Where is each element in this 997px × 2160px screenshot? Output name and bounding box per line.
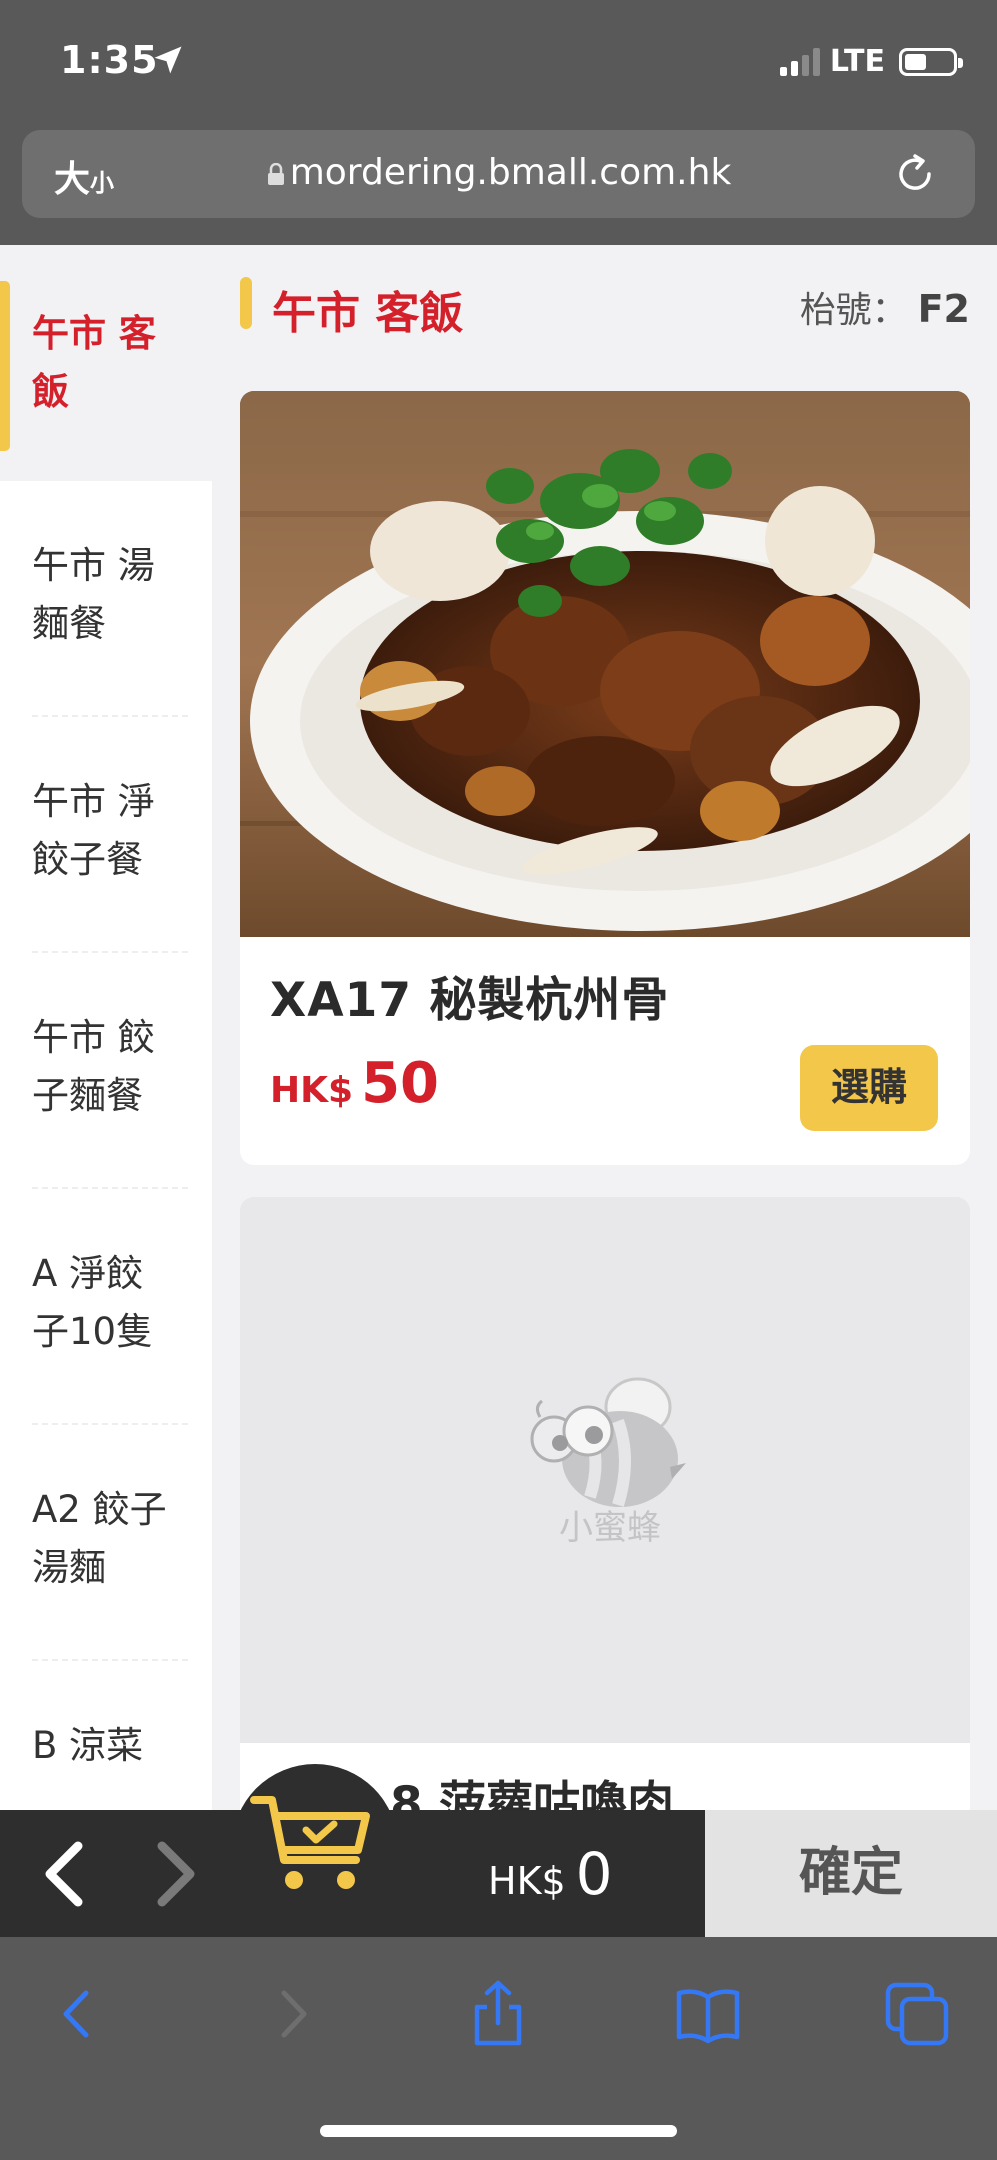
product-name: XA17 秘製杭州骨 <box>270 973 670 1028</box>
placeholder-brand: 小蜜蜂 <box>559 1508 661 1547</box>
sidebar-item-lunch-dumpling[interactable]: 午市 淨 餃子餐 <box>0 717 212 953</box>
table-label-text: 枱號： <box>799 290 908 331</box>
signal-icon <box>779 47 820 76</box>
order-summary: HK$ 0 <box>0 1764 705 1937</box>
order-total: HK$ 0 <box>488 1840 613 1908</box>
sidebar-item-lunch-rice[interactable]: 午市 客 飯 <box>0 245 212 481</box>
sidebar-item-b-cold-dish[interactable]: B 涼菜 <box>0 1661 212 1810</box>
sidebar-item-label: 午市 湯 麵餐 <box>32 544 155 645</box>
bee-logo-icon: 小蜜蜂 <box>530 1377 686 1547</box>
battery-level <box>905 53 926 70</box>
cart-button[interactable] <box>232 1764 398 1930</box>
sidebar-item-a2-dumpling-soup[interactable]: A2 餃子 湯麵 <box>0 1425 212 1661</box>
sidebar-item-label: B 涼菜 <box>32 1724 144 1767</box>
battery-icon <box>899 47 963 76</box>
select-purchase-button[interactable]: 選購 <box>800 1045 938 1131</box>
network-label: LTE <box>829 44 885 79</box>
home-indicator <box>320 2125 677 2137</box>
table-number: F2 <box>917 287 970 331</box>
status-time: 1:35 <box>60 38 159 82</box>
url-text: mordering.bmall.com.hk <box>289 152 732 193</box>
sidebar-item-lunch-dumpling-noodle[interactable]: 午市 餃 子麵餐 <box>0 953 212 1189</box>
category-sidebar: 午市 客 飯 午市 湯 麵餐 午市 淨 餃子餐 午市 餃 子麵餐 A 淨餃 子1… <box>0 245 212 1810</box>
location-arrow-icon <box>154 46 182 74</box>
sidebar-item-label: 午市 客 飯 <box>32 312 156 413</box>
chevron-left-icon[interactable] <box>34 1836 94 1912</box>
product-price: HK$ 50 <box>270 1051 439 1116</box>
tabs-icon[interactable] <box>882 1979 952 2049</box>
browser-toolbar <box>0 1937 997 2160</box>
active-indicator <box>0 281 10 451</box>
image-placeholder: 小蜜蜂 <box>240 1197 970 1743</box>
section-accent-bar <box>240 277 252 329</box>
table-number-label: 枱號： F2 <box>800 281 970 333</box>
reload-icon[interactable] <box>891 150 939 198</box>
url-display[interactable]: mordering.bmall.com.hk <box>22 152 975 193</box>
book-icon[interactable] <box>673 1979 743 2049</box>
order-bar: HK$ 0 確定 <box>0 1764 997 1937</box>
product-card[interactable]: 小蜜蜂 8 菠蘿咕嚕肉 <box>240 1197 970 1810</box>
cart-icon <box>250 1796 370 1889</box>
browser-back-icon[interactable] <box>44 1979 114 2049</box>
confirm-button[interactable]: 確定 <box>705 1810 997 1937</box>
sidebar-item-lunch-soup-noodle[interactable]: 午市 湯 麵餐 <box>0 481 212 717</box>
sidebar-item-a-dumplings[interactable]: A 淨餃 子10隻 <box>0 1189 212 1425</box>
menu-content: 午市 客飯 枱號： F2 XA17 秘製杭州骨 HK$ 50 選購 小蜜蜂 8 … <box>212 245 997 1810</box>
total-amount: 0 <box>575 1840 613 1908</box>
address-bar[interactable]: 大小 mordering.bmall.com.hk <box>22 130 975 218</box>
sidebar-item-label: 午市 餃 子麵餐 <box>32 1016 155 1117</box>
section-header: 午市 客飯 枱號： F2 <box>240 275 970 339</box>
lock-icon <box>267 163 284 185</box>
share-icon[interactable] <box>463 1979 533 2049</box>
status-bar: 1:35 LTE <box>0 0 997 120</box>
sidebar-item-label: A2 餃子 湯麵 <box>32 1488 167 1589</box>
product-card[interactable]: XA17 秘製杭州骨 HK$ 50 選購 <box>240 391 970 1165</box>
sidebar-item-label: A 淨餃 子10隻 <box>32 1252 154 1353</box>
price-amount: 50 <box>361 1051 440 1116</box>
section-title: 午市 客飯 <box>272 288 464 339</box>
chevron-right-icon[interactable] <box>146 1836 206 1912</box>
total-currency: HK$ <box>488 1859 566 1903</box>
price-currency: HK$ <box>270 1070 354 1111</box>
browser-forward-icon[interactable] <box>256 1979 326 2049</box>
sidebar-item-label: 午市 淨 餃子餐 <box>32 780 155 881</box>
screen: 1:35 LTE 大小 mordering.bmall.com.hk 午市 客 … <box>0 0 997 2160</box>
dish-photo <box>240 391 970 937</box>
product-name: 8 菠蘿咕嚕肉 <box>390 1777 675 1810</box>
browser-top-chrome: 1:35 LTE 大小 mordering.bmall.com.hk <box>0 0 997 245</box>
status-indicators: LTE <box>779 44 963 79</box>
